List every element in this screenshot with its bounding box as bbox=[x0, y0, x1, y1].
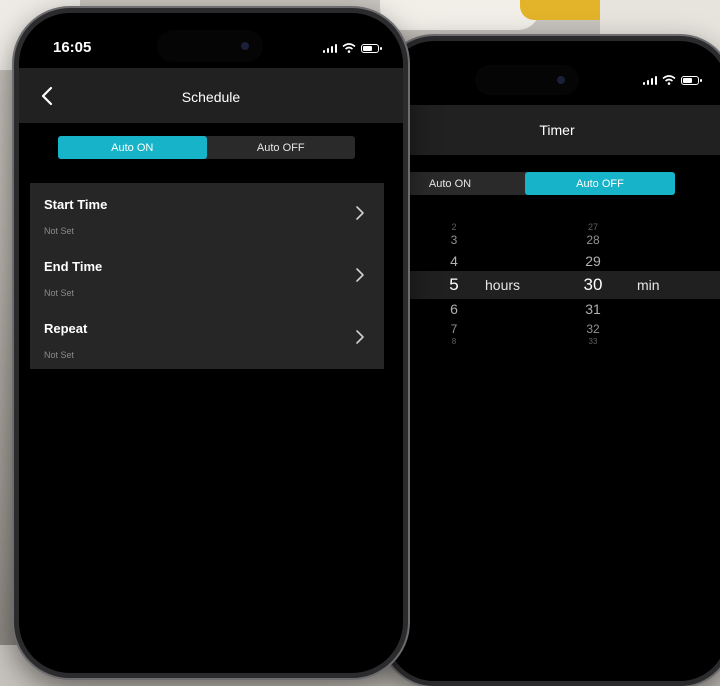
chevron-right-icon bbox=[356, 206, 364, 220]
picker-option: 2 bbox=[451, 222, 457, 232]
list-item-title: Repeat bbox=[44, 321, 88, 336]
minutes-unit-label: min bbox=[637, 277, 660, 293]
chevron-right-icon bbox=[356, 268, 364, 282]
dynamic-island bbox=[475, 65, 579, 95]
schedule-header: Schedule bbox=[19, 68, 403, 123]
battery-icon bbox=[681, 75, 702, 85]
status-time: 16:05 bbox=[53, 39, 92, 56]
picker-selected-minute: 30 bbox=[583, 275, 603, 294]
hours-unit-label: hours bbox=[485, 277, 521, 293]
list-item-repeat[interactable]: Repeat Not Set bbox=[30, 307, 384, 369]
picker-selected-hour: 5 bbox=[449, 275, 459, 294]
signal-icon bbox=[322, 43, 337, 53]
camera-icon bbox=[557, 76, 565, 84]
list-item-value: Not Set bbox=[44, 350, 75, 360]
signal-icon bbox=[642, 75, 657, 85]
tab-auto-on[interactable]: Auto ON bbox=[58, 136, 207, 159]
dynamic-island bbox=[157, 30, 263, 62]
timer-mode-toggle: Auto ON Auto OFF bbox=[387, 172, 675, 195]
timer-phone: Timer Auto ON Auto OFF 2 3 4 5 6 7 8 hou… bbox=[382, 36, 720, 686]
status-icons bbox=[642, 75, 702, 85]
picker-option: 32 bbox=[586, 322, 600, 336]
background-cushion bbox=[380, 0, 540, 30]
status-icons bbox=[322, 43, 382, 53]
picker-option: 27 bbox=[587, 222, 598, 232]
list-item-title: Start Time bbox=[44, 197, 108, 212]
tab-auto-off[interactable]: Auto OFF bbox=[207, 136, 356, 159]
picker-option: 31 bbox=[585, 301, 601, 317]
list-item-value: Not Set bbox=[44, 226, 75, 236]
picker-option: 6 bbox=[450, 301, 458, 317]
picker-option: 8 bbox=[451, 337, 457, 346]
picker-option: 28 bbox=[586, 233, 600, 247]
battery-icon bbox=[361, 43, 382, 53]
list-item-value: Not Set bbox=[44, 288, 75, 298]
picker-option: 29 bbox=[585, 253, 601, 269]
list-item-end-time[interactable]: End Time Not Set bbox=[30, 245, 384, 307]
list-item-start-time[interactable]: Start Time Not Set bbox=[30, 183, 384, 245]
picker-option: 4 bbox=[450, 253, 458, 269]
schedule-mode-toggle: Auto ON Auto OFF bbox=[58, 136, 355, 159]
picker-option: 33 bbox=[588, 337, 598, 346]
wifi-icon bbox=[662, 75, 676, 85]
chevron-right-icon bbox=[356, 330, 364, 344]
page-title: Schedule bbox=[181, 89, 241, 105]
timer-header: Timer bbox=[387, 105, 720, 155]
schedule-settings-list: Start Time Not Set End Time Not Set Repe… bbox=[30, 183, 384, 369]
page-title: Timer bbox=[539, 122, 575, 138]
schedule-phone: 16:05 Schedule Auto ON Auto OFF Start Ti… bbox=[14, 8, 408, 678]
wifi-icon bbox=[342, 43, 356, 53]
camera-icon bbox=[241, 42, 249, 50]
tab-auto-off[interactable]: Auto OFF bbox=[525, 172, 675, 195]
picker-option: 3 bbox=[450, 233, 458, 247]
list-item-title: End Time bbox=[44, 259, 103, 274]
picker-option: 7 bbox=[450, 322, 458, 336]
